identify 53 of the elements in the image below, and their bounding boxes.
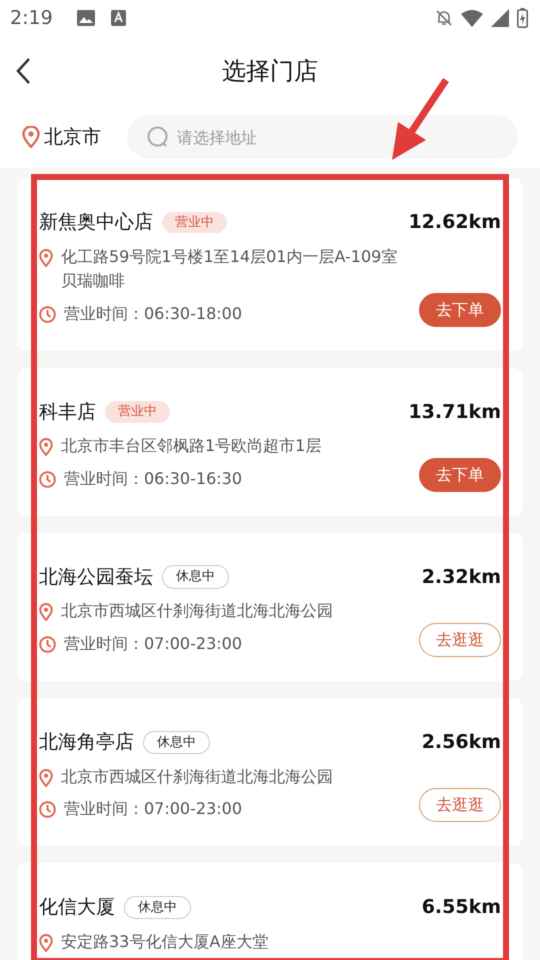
store-address: 北京市丰台区邻枫路1号欧尚超市1层 [61, 435, 322, 458]
location-pin-icon [39, 248, 53, 266]
mute-bell-icon [435, 9, 453, 27]
store-name: 北海角亭店 [39, 730, 134, 756]
location-pin-icon [39, 768, 53, 787]
order-button[interactable]: 去下单 [419, 292, 501, 327]
store-card[interactable]: 北海公园蚕坛 休息中 2.32km 北京市西城区什刹海街道北海北海公园 营业时间：07:00-23:00 去逛逛 [17, 532, 523, 682]
store-distance: 12.62km [408, 210, 501, 235]
wifi-icon [461, 10, 483, 26]
store-distance: 6.55km [422, 895, 501, 920]
store-card[interactable]: 化信大厦 休息中 6.55km 安定路33号化信大厦A座大堂 [17, 863, 523, 960]
status-tag: 休息中 [143, 730, 210, 754]
opening-hours: 营业时间：07:00-23:00 [64, 798, 242, 820]
order-button[interactable]: 去下单 [419, 458, 501, 492]
store-name: 北海公园蚕坛 [39, 564, 153, 590]
clock-icon [39, 306, 56, 323]
location-pin-icon [22, 126, 40, 148]
keyboard-icon [110, 10, 126, 26]
store-address: 北京市西城区什刹海街道北海北海公园 [61, 766, 333, 788]
status-tag: 休息中 [162, 565, 229, 589]
store-card[interactable]: 科丰店 营业中 13.71km 北京市丰台区邻枫路1号欧尚超市1层 营业时间：06:30-16:30 去下单 [17, 368, 523, 516]
page-title: 选择门店 [222, 56, 318, 87]
store-address: 安定路33号化信大厦A座大堂 [61, 930, 268, 953]
location-pin-icon [39, 934, 53, 952]
store-distance: 13.71km [408, 400, 501, 425]
store-distance: 2.56km [422, 730, 501, 756]
clock-icon [39, 471, 56, 488]
clock-icon [39, 801, 56, 818]
store-card[interactable]: 新焦奥中心店 营业中 12.62km 化工路59号院1号楼1至14层01内一层A-109室贝瑞咖啡 营业时间：06:30-18:00 去下单 [17, 178, 523, 351]
opening-hours: 营业时间：07:00-23:00 [64, 633, 242, 656]
store-address: 化工路59号院1号楼1至14层01内一层A-109室贝瑞咖啡 [61, 246, 398, 292]
image-icon [76, 10, 95, 26]
clock-icon [39, 636, 56, 654]
browse-button[interactable]: 去逛逛 [419, 623, 501, 658]
search-field[interactable]: 请选择地址 [127, 115, 518, 159]
status-tag: 营业中 [105, 401, 170, 423]
store-name: 科丰店 [39, 400, 96, 425]
store-address: 北京市西城区什刹海街道北海北海公园 [61, 600, 333, 622]
browse-button[interactable]: 去逛逛 [419, 788, 501, 822]
signal-icon [491, 9, 509, 27]
store-distance: 2.32km [422, 564, 501, 590]
opening-hours: 营业时间：06:30-16:30 [64, 468, 242, 490]
store-card[interactable]: 北海角亭店 休息中 2.56km 北京市西城区什刹海街道北海北海公园 营业时间：07:00-23:00 去逛逛 [17, 698, 523, 846]
store-name: 新焦奥中心店 [39, 210, 153, 235]
store-name: 化信大厦 [39, 895, 115, 920]
clock-time: 2:19 [10, 6, 53, 31]
location-pin-icon [39, 603, 53, 622]
city-selector[interactable]: 北京市 [44, 122, 101, 152]
location-pin-icon [39, 438, 53, 456]
opening-hours: 营业时间：06:30-18:00 [64, 303, 242, 326]
battery-icon [517, 8, 528, 28]
status-tag: 休息中 [124, 896, 191, 920]
status-tag: 营业中 [162, 212, 227, 233]
